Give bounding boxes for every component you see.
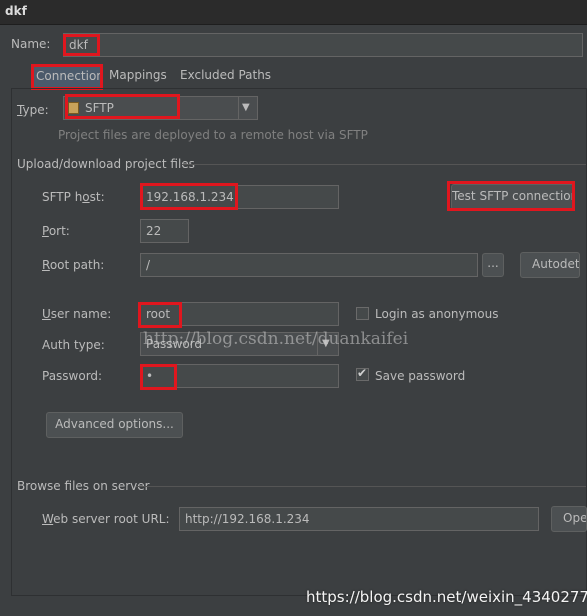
name-label: Name: [11, 37, 51, 51]
web-root-value: http://192.168.1.234 [185, 512, 310, 526]
chevron-down-icon: ▼ [242, 102, 250, 113]
root-path-input[interactable]: / [140, 253, 478, 277]
highlight-sftp-host [140, 183, 238, 210]
port-label: Port: [42, 224, 70, 238]
upload-section-separator [182, 164, 586, 165]
highlight-tab [31, 64, 103, 90]
port-input[interactable]: 22 [140, 219, 189, 243]
web-root-input[interactable]: http://192.168.1.234 [179, 507, 539, 531]
open-button[interactable]: Open [551, 506, 587, 532]
highlight-password [140, 364, 177, 390]
tab-mappings[interactable]: Mappings [105, 64, 171, 88]
sftp-host-label: SFTP host: [42, 190, 105, 204]
login-anonymous-checkbox[interactable] [356, 307, 369, 320]
type-label: Type: [17, 103, 49, 117]
user-name-label: User name: [42, 307, 112, 321]
root-path-browse-button[interactable]: ... [482, 253, 504, 277]
port-value: 22 [146, 224, 162, 238]
tab-excluded-paths[interactable]: Excluded Paths [176, 64, 275, 88]
web-root-label: Web server root URL: [42, 512, 170, 526]
title-bar: dkf [0, 0, 587, 25]
browse-section-separator [136, 486, 586, 487]
highlight-test-button [447, 181, 575, 211]
highlight-name [63, 34, 100, 56]
auth-type-label: Auth type: [42, 338, 105, 352]
center-watermark: http://blog.csdn.net/duankaifei [143, 329, 409, 349]
type-hint: Project files are deployed to a remote h… [58, 128, 368, 142]
upload-section-title: Upload/download project files [17, 157, 195, 171]
advanced-options-button[interactable]: Advanced options... [46, 412, 183, 438]
type-select-divider [238, 97, 239, 119]
save-password-label: Save password [375, 369, 466, 383]
highlight-type [65, 94, 180, 119]
name-input[interactable]: dkf [63, 33, 583, 57]
highlight-user-name [138, 302, 182, 328]
password-label: Password: [42, 369, 103, 383]
save-password-checkbox[interactable] [356, 366, 369, 381]
autodetect-button[interactable]: Autodetect [520, 252, 580, 278]
root-path-label: Root path: [42, 258, 105, 272]
footer-watermark: https://blog.csdn.net/weixin_43402775 [306, 588, 587, 606]
login-anonymous-label: Login as anonymous [375, 307, 499, 321]
root-path-value: / [146, 258, 151, 272]
window-title: dkf [5, 4, 27, 18]
browse-section-title: Browse files on server [17, 479, 150, 493]
